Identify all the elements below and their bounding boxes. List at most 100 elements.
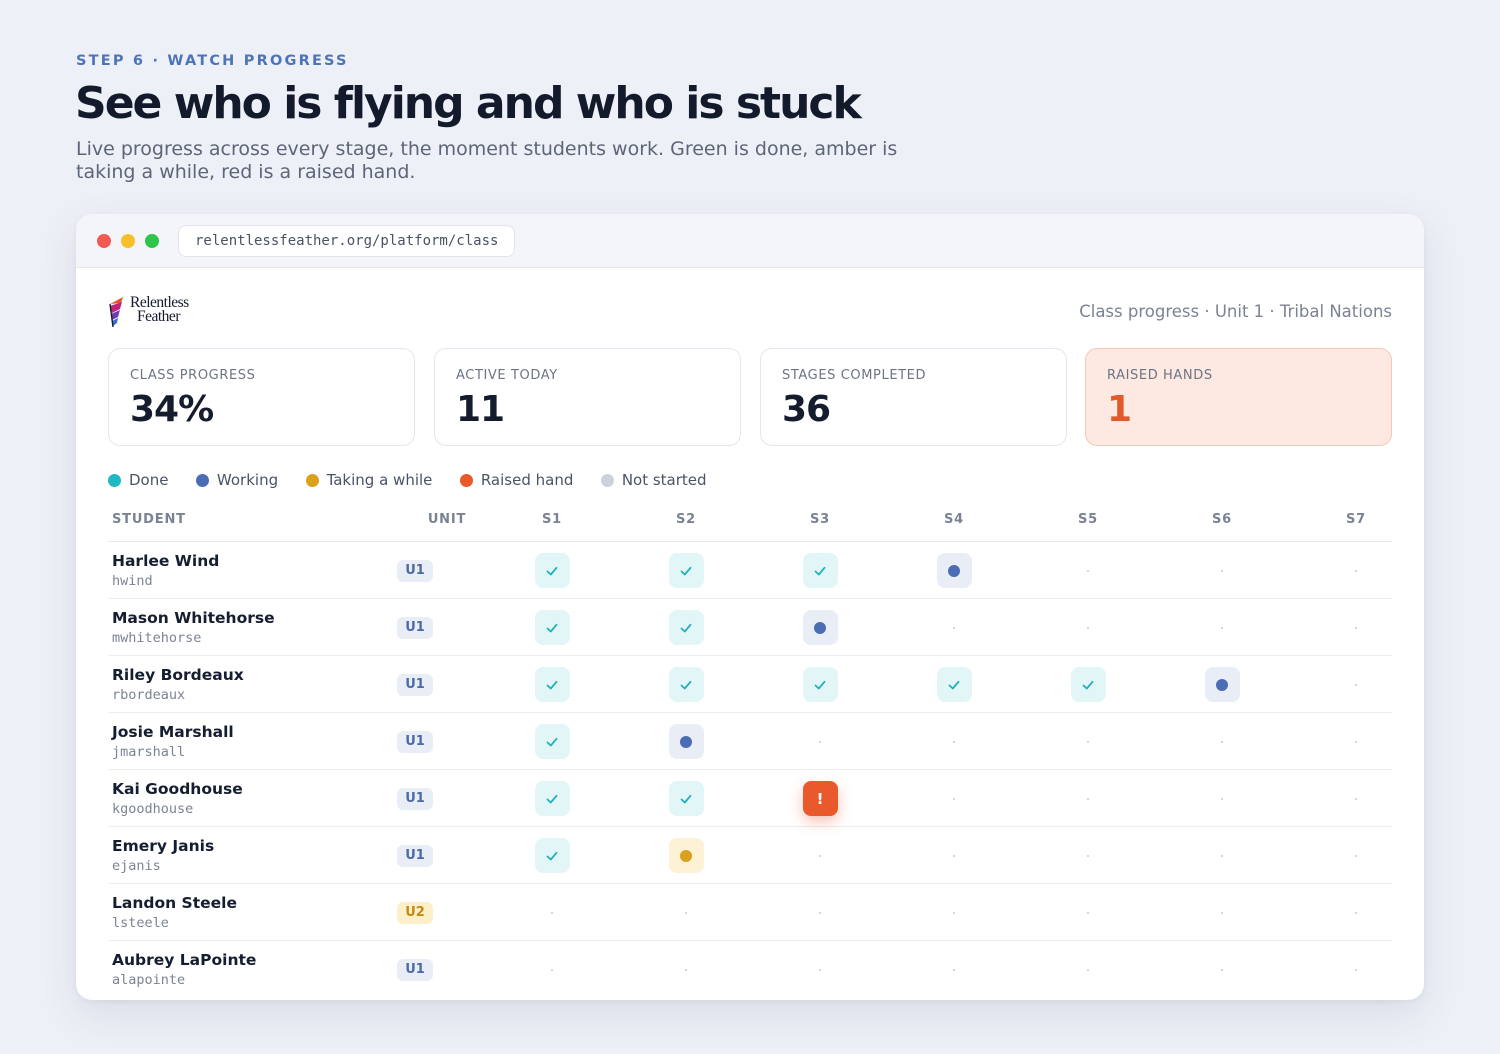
stage-cell-s4[interactable] xyxy=(936,553,972,588)
stage-cell-s1 xyxy=(535,952,570,987)
stage-cell-s4 xyxy=(937,724,972,759)
student-name: Josie Marshall xyxy=(112,723,234,741)
tiny-dot-icon xyxy=(819,740,821,743)
stat-label: ACTIVE TODAY xyxy=(456,368,558,383)
stage-cell-s1[interactable] xyxy=(534,553,570,588)
column-header-s6: S6 xyxy=(1211,512,1232,527)
stage-cell-s5 xyxy=(1071,553,1106,588)
tiny-dot-icon xyxy=(1087,740,1089,743)
stat-card-raised-hands[interactable]: RAISED HANDS 1 xyxy=(1085,348,1392,446)
student-name: Harlee Wind xyxy=(112,552,220,570)
dot-icon xyxy=(680,849,692,862)
table-row[interactable]: Harlee Wind hwind U1 xyxy=(108,542,1392,599)
check-icon xyxy=(545,621,559,635)
unit-badge: U1 xyxy=(397,731,433,753)
tiny-dot-icon xyxy=(1221,911,1223,914)
logo-line-2: Feather xyxy=(137,308,180,325)
student-username: ejanis xyxy=(112,858,161,874)
unit-badge: U1 xyxy=(397,959,433,981)
table-row[interactable]: Kai Goodhouse kgoodhouse U1! xyxy=(108,770,1392,827)
stage-cell-s5 xyxy=(1071,724,1106,759)
legend-item-done: Done xyxy=(108,471,168,489)
stage-cell-s3[interactable] xyxy=(802,553,838,588)
table-row[interactable]: Josie Marshall jmarshall U1 xyxy=(108,713,1392,770)
stage-cell-s4[interactable] xyxy=(936,667,972,702)
address-bar[interactable]: relentlessfeather.org/platform/class xyxy=(178,225,516,257)
stage-cell-s3[interactable] xyxy=(802,610,838,645)
stage-cell-s2 xyxy=(669,952,704,987)
tiny-dot-icon xyxy=(1355,797,1357,800)
stat-card-stages-completed: STAGES COMPLETED 36 xyxy=(760,348,1067,446)
close-window-dot[interactable] xyxy=(97,234,111,248)
stage-cell-s1[interactable] xyxy=(534,838,570,873)
table-row[interactable]: Riley Bordeaux rbordeaux U1 xyxy=(108,656,1392,713)
stage-cell-s2[interactable] xyxy=(668,553,704,588)
tiny-dot-icon xyxy=(1355,854,1357,857)
page-subtitle: Live progress across every stage, the mo… xyxy=(76,138,898,183)
legend-label: Raised hand xyxy=(480,471,574,489)
stage-cell-s1[interactable] xyxy=(534,724,570,759)
stage-cell-s6 xyxy=(1205,610,1240,645)
stage-cell-s6 xyxy=(1205,553,1240,588)
logo-wordmark: Relentless Feather xyxy=(130,295,189,325)
stat-label: RAISED HANDS xyxy=(1107,368,1213,383)
tiny-dot-icon xyxy=(819,911,821,914)
tiny-dot-icon xyxy=(1087,626,1089,629)
student-username: hwind xyxy=(112,573,153,589)
minimize-window-dot[interactable] xyxy=(121,234,135,248)
legend-item-working: Working xyxy=(195,471,278,489)
table-row[interactable]: Landon Steele lsteele U2 xyxy=(108,884,1392,941)
unit-badge: U1 xyxy=(397,560,433,582)
app-logo[interactable]: Relentless Feather xyxy=(108,295,228,330)
legend-label: Not started xyxy=(621,471,707,489)
stage-cell-s5[interactable] xyxy=(1070,667,1106,702)
stage-cell-s7 xyxy=(1339,781,1374,816)
step-eyebrow: STEP 6 · WATCH PROGRESS xyxy=(76,53,349,69)
exclamation-icon: ! xyxy=(816,789,824,808)
legend-dot-icon xyxy=(459,473,473,487)
stage-cell-s6[interactable] xyxy=(1204,667,1240,702)
stage-cell-s6 xyxy=(1205,838,1240,873)
column-header-s2: S2 xyxy=(675,512,696,527)
stage-cell-s1[interactable] xyxy=(534,781,570,816)
tiny-dot-icon xyxy=(551,968,553,971)
stage-cell-s2[interactable] xyxy=(668,724,704,759)
column-header-s1: S1 xyxy=(541,512,562,527)
stat-card-class-progress: CLASS PROGRESS 34% xyxy=(108,348,415,446)
legend-label: Taking a while xyxy=(326,471,433,489)
check-icon xyxy=(679,621,693,635)
stage-cell-s3[interactable] xyxy=(802,667,838,702)
stage-cell-s6 xyxy=(1205,895,1240,930)
stage-cell-s6 xyxy=(1205,724,1240,759)
stage-cell-s1[interactable] xyxy=(534,610,570,645)
tiny-dot-icon xyxy=(953,968,955,971)
stage-cell-s3[interactable]: ! xyxy=(802,781,838,816)
stage-cell-s1[interactable] xyxy=(534,667,570,702)
stage-cell-s2[interactable] xyxy=(668,667,704,702)
stage-cell-s2[interactable] xyxy=(668,610,704,645)
page-headline: See who is flying and who is stuck xyxy=(75,78,862,129)
maximize-window-dot[interactable] xyxy=(145,234,159,248)
tiny-dot-icon xyxy=(953,911,955,914)
stage-cell-s5 xyxy=(1071,952,1106,987)
tiny-dot-icon xyxy=(819,854,821,857)
stage-cell-s4 xyxy=(937,895,972,930)
stage-cell-s7 xyxy=(1339,952,1374,987)
stage-cell-s3 xyxy=(803,724,838,759)
table-row[interactable]: Emery Janis ejanis U1 xyxy=(108,827,1392,884)
student-name: Riley Bordeaux xyxy=(112,666,244,684)
tiny-dot-icon xyxy=(1087,968,1089,971)
stage-cell-s2[interactable] xyxy=(668,838,704,873)
table-row[interactable]: Aubrey LaPointe alapointe U1 xyxy=(108,941,1392,998)
stage-cell-s4 xyxy=(937,838,972,873)
stage-cell-s3 xyxy=(803,952,838,987)
status-legend: Done Working Taking a while Raised hand … xyxy=(108,471,730,491)
check-icon xyxy=(545,849,559,863)
tiny-dot-icon xyxy=(1355,911,1357,914)
stage-cell-s2 xyxy=(669,895,704,930)
tiny-dot-icon xyxy=(1221,626,1223,629)
stage-cell-s2[interactable] xyxy=(668,781,704,816)
tiny-dot-icon xyxy=(819,968,821,971)
column-header-s7: S7 xyxy=(1345,512,1366,527)
table-row[interactable]: Mason Whitehorse mwhitehorse U1 xyxy=(108,599,1392,656)
